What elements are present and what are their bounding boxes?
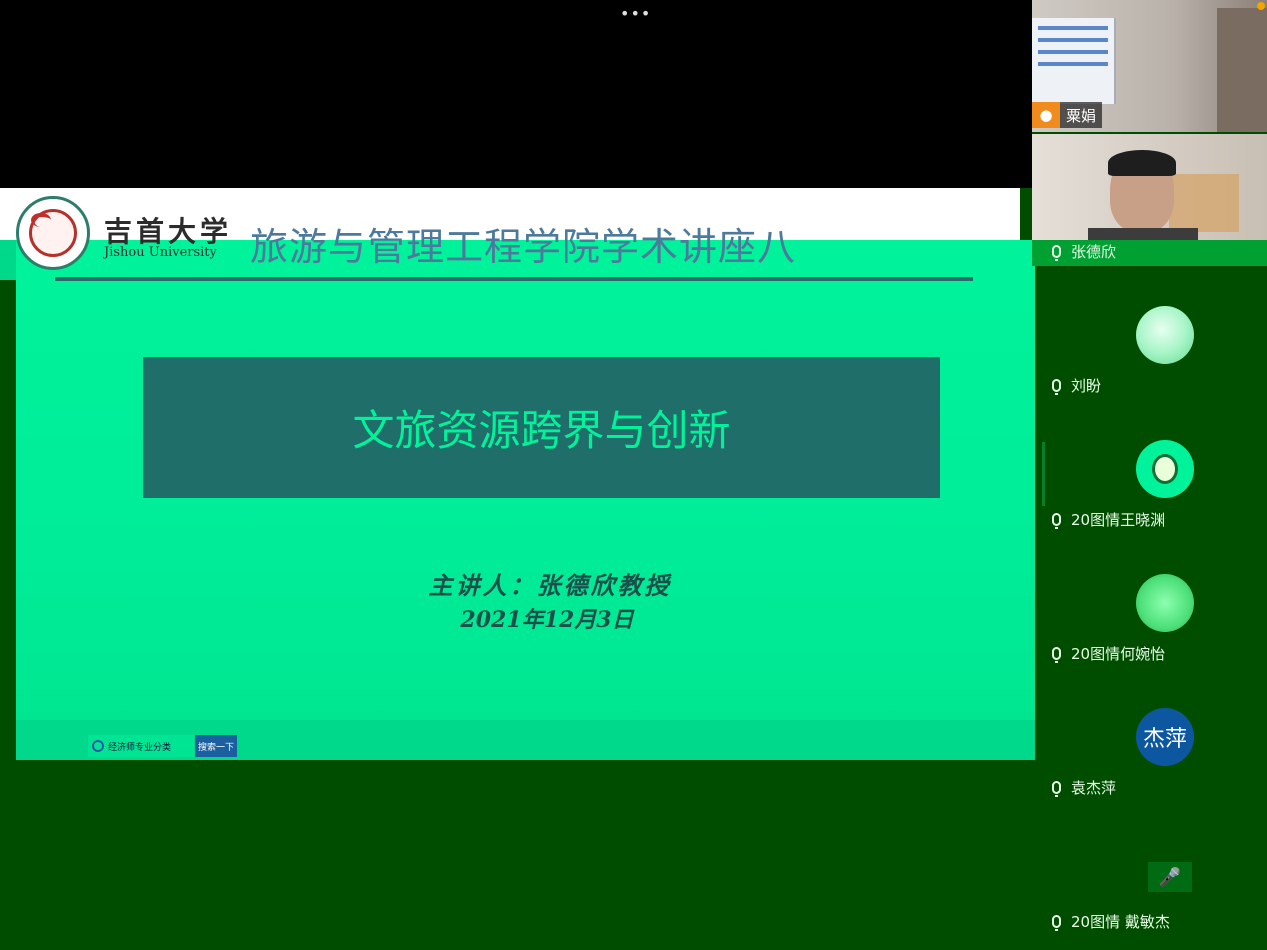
university-latin-name: Jishou University — [104, 245, 217, 260]
slide-edge-strip — [0, 240, 16, 280]
status-dot-icon — [1257, 2, 1265, 10]
participant-name[interactable]: 刘盼 — [1052, 374, 1101, 396]
mic-icon — [1052, 646, 1061, 663]
participant-name[interactable]: 20图情王晓渊 — [1052, 508, 1165, 530]
participant-name[interactable]: 袁杰萍 — [1052, 776, 1116, 798]
university-seal-icon — [16, 196, 90, 270]
mic-icon — [1052, 244, 1061, 261]
avatar[interactable]: 杰萍 — [1136, 708, 1194, 766]
more-options-icon[interactable]: ••• — [620, 6, 651, 22]
participant-name[interactable]: 20图情何婉怡 — [1052, 642, 1165, 664]
speaker-line: 主讲人：张德欣教授 — [428, 571, 672, 600]
participant-label: 刘盼 — [1071, 376, 1102, 395]
avatar-initials: 杰萍 — [1142, 727, 1187, 752]
video-tile-1[interactable]: ● 粟娟 — [1032, 0, 1267, 132]
participant-name[interactable]: 张德欣 — [1052, 240, 1116, 262]
search-input-text: 经济师专业分类 — [108, 742, 172, 753]
participant-name[interactable]: 20图情 戴敏杰 — [1052, 910, 1170, 932]
user-icon: ● — [1032, 102, 1060, 128]
avatar[interactable] — [1136, 306, 1194, 364]
video-tile-name: 粟娟 — [1066, 106, 1097, 125]
slide-title: 文旅资源跨界与创新 — [352, 406, 731, 455]
video-tile-2[interactable] — [1032, 134, 1267, 242]
speaker-hair — [1108, 150, 1176, 176]
background-screen — [1032, 18, 1116, 104]
participant-label: 20图情王晓渊 — [1071, 510, 1166, 529]
participant-label: 20图情 戴敏杰 — [1071, 912, 1170, 931]
meeting-top-bar — [0, 0, 1032, 188]
avatar[interactable] — [1136, 574, 1194, 632]
seal-emblem — [31, 213, 51, 227]
mic-icon — [1052, 512, 1061, 529]
lecture-date: 2021年12月3日 — [460, 607, 634, 633]
cartoon-face-icon — [1152, 454, 1178, 484]
search-button[interactable]: 搜索一下 — [195, 735, 237, 757]
participant-label: 袁杰萍 — [1071, 778, 1117, 797]
search-bar[interactable]: 经济师专业分类 — [88, 735, 194, 757]
participant-label: 20图情何婉怡 — [1071, 644, 1166, 663]
slide-title-box: 文旅资源跨界与创新 — [143, 357, 940, 498]
browser-logo-icon — [92, 740, 104, 752]
wall-map — [1169, 174, 1239, 232]
video-tile-label: ● 粟娟 — [1032, 102, 1103, 128]
header-divider — [55, 277, 973, 281]
scrollbar[interactable] — [1042, 442, 1045, 506]
shared-slide — [16, 240, 1035, 760]
lecture-series-title: 旅游与管理工程学院学术讲座八 — [250, 225, 797, 269]
mic-icon — [1052, 780, 1061, 797]
avatar[interactable] — [1136, 440, 1194, 498]
mic-icon: 🎤 — [1148, 862, 1192, 892]
background-cabinet — [1217, 8, 1267, 132]
participant-label: 张德欣 — [1071, 242, 1117, 261]
mic-icon — [1052, 378, 1061, 395]
mic-icon — [1052, 914, 1061, 931]
university-name: 吉首大学 — [104, 215, 233, 248]
